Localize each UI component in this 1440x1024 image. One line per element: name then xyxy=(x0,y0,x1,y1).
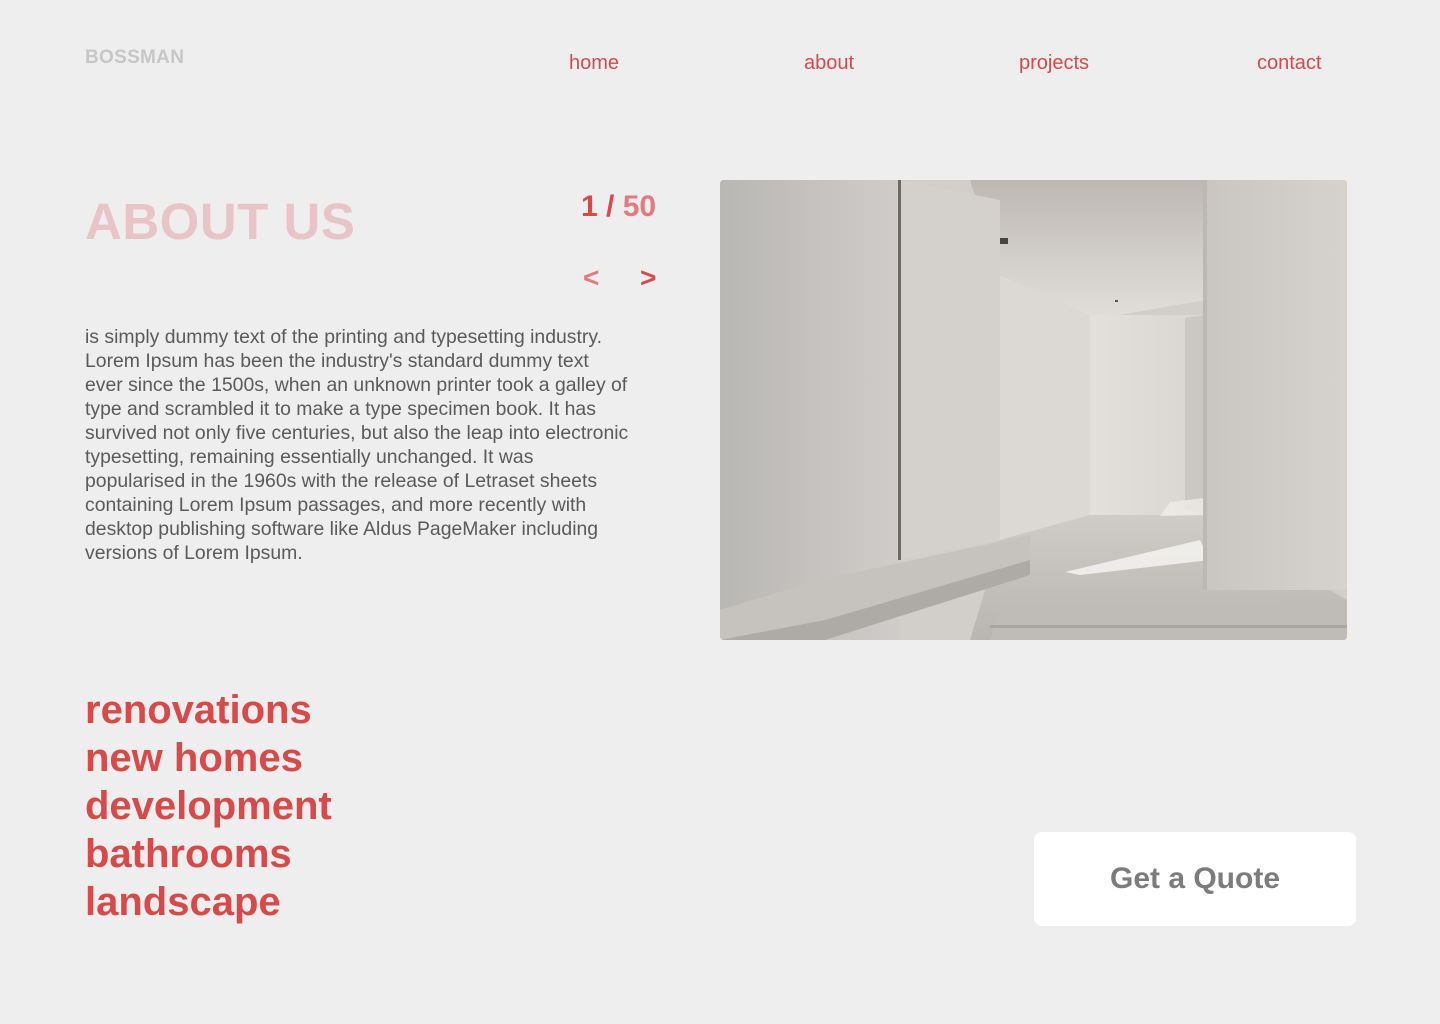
next-slide-button[interactable]: > xyxy=(640,264,656,292)
slide-counter-separator: / xyxy=(597,190,615,223)
service-item-bathrooms[interactable]: bathrooms xyxy=(85,830,332,878)
service-item-renovations[interactable]: renovations xyxy=(85,686,332,734)
about-description: is simply dummy text of the printing and… xyxy=(85,326,629,564)
concrete-interior-image xyxy=(720,180,1347,640)
page: BOSSMAN home about projects contact ABOU… xyxy=(0,0,1440,1024)
prev-slide-button[interactable]: < xyxy=(583,264,599,292)
project-photo xyxy=(720,180,1347,640)
service-item-development[interactable]: development xyxy=(85,782,332,830)
page-title: ABOUT US xyxy=(85,193,356,250)
nav-link-home[interactable]: home xyxy=(569,52,619,75)
brand-logo[interactable]: BOSSMAN xyxy=(85,47,184,69)
service-item-landscape[interactable]: landscape xyxy=(85,878,332,926)
service-item-new-homes[interactable]: new homes xyxy=(85,734,332,782)
nav-link-projects[interactable]: projects xyxy=(1019,52,1089,75)
nav-link-about[interactable]: about xyxy=(804,52,854,75)
slide-counter-current: 1 xyxy=(581,190,598,223)
services-list: renovations new homes development bathro… xyxy=(85,686,332,926)
nav-link-contact[interactable]: contact xyxy=(1257,52,1321,75)
get-quote-button[interactable]: Get a Quote xyxy=(1034,832,1356,926)
slide-counter-total: 50 xyxy=(614,190,657,223)
slide-counter: 1 / 50 xyxy=(581,190,656,224)
